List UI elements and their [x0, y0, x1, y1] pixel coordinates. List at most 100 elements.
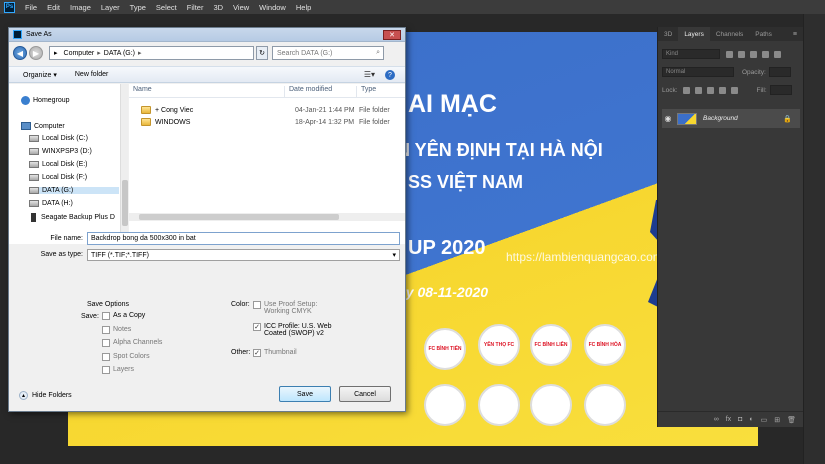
menu-edit[interactable]: Edit — [47, 3, 60, 12]
save-options-area: Save Options Save: As a Copy Notes Alpha… — [9, 268, 405, 383]
panel-menu-icon[interactable]: ≡ — [793, 31, 797, 38]
file-row[interactable]: WINDOWS 18-Apr-14 1:32 PM File folder — [129, 116, 405, 128]
lock-artboard-icon[interactable] — [718, 86, 726, 94]
refresh-icon[interactable]: ↻ — [256, 46, 268, 60]
nav-drive-g[interactable]: DATA (G:) — [29, 187, 119, 194]
savetype-select[interactable]: TIFF (*.TIF;*.TIFF) ▾ — [87, 249, 400, 261]
column-header-date[interactable]: Date modified — [285, 86, 357, 97]
as-copy-checkbox[interactable]: As a Copy — [102, 312, 145, 320]
nav-scrollbar[interactable] — [120, 84, 128, 244]
filter-adjustment-icon[interactable] — [738, 50, 745, 58]
breadcrumb-computer[interactable]: Computer — [64, 50, 95, 57]
link-layers-icon[interactable]: ∞ — [714, 416, 719, 423]
search-input[interactable]: Search DATA (G:) ⌕ — [272, 46, 384, 60]
file-row[interactable]: + Cong Viec 04-Jan-21 1:44 PM File folde… — [129, 104, 405, 116]
filename-value: Backdrop bong da 500x300 in bat — [91, 235, 196, 242]
nav-drive-e[interactable]: Local Disk (E:) — [29, 161, 88, 168]
column-header-name[interactable]: Name — [129, 86, 285, 97]
menu-layer[interactable]: Layer — [101, 3, 120, 12]
dialog-titlebar[interactable]: Save As ✕ — [9, 28, 405, 42]
notes-checkbox[interactable]: Notes — [102, 326, 131, 334]
lock-all-icon[interactable] — [730, 86, 738, 94]
layer-row-background[interactable]: ◉ Background 🔒 — [662, 109, 800, 128]
breadcrumb-drive[interactable]: DATA (G:) — [104, 50, 135, 57]
organize-button[interactable]: Organize ▾ — [23, 71, 57, 79]
delete-layer-icon[interactable]: 🗑 — [787, 416, 796, 424]
thumbnail-checkbox[interactable]: ✓ Thumbnail — [253, 349, 297, 357]
checkbox[interactable] — [102, 339, 110, 347]
new-layer-icon[interactable]: ⊞ — [774, 416, 780, 424]
blend-mode-select[interactable]: Normal — [662, 67, 734, 77]
lock-position-icon[interactable] — [706, 86, 714, 94]
back-arrow-icon[interactable]: ◀ — [13, 46, 27, 60]
tab-channels[interactable]: Channels — [710, 27, 749, 41]
tab-paths[interactable]: Paths — [749, 27, 778, 41]
tab-layers[interactable]: Layers — [678, 27, 710, 41]
menubar: Ps File Edit Image Layer Type Select Fil… — [0, 0, 825, 14]
nav-drive-d[interactable]: WINXPSP3 (D:) — [29, 148, 92, 155]
checkbox[interactable] — [253, 301, 261, 309]
filter-pixel-icon[interactable] — [726, 50, 733, 58]
cancel-button[interactable]: Cancel — [339, 386, 391, 402]
filter-type-icon[interactable] — [750, 50, 757, 58]
filter-smart-object-icon[interactable] — [774, 50, 781, 58]
close-button[interactable]: ✕ — [383, 30, 401, 40]
help-icon[interactable]: ? — [385, 70, 395, 80]
menu-image[interactable]: Image — [70, 3, 91, 12]
lock-image-icon[interactable] — [694, 86, 702, 94]
spot-colors-checkbox[interactable]: Spot Colors — [102, 353, 150, 361]
checkbox[interactable] — [102, 353, 110, 361]
filename-input[interactable]: Backdrop bong da 500x300 in bat — [87, 232, 400, 245]
opacity-input[interactable] — [768, 67, 791, 77]
checkbox[interactable] — [102, 366, 110, 374]
icc-profile-checkbox[interactable]: ✓ ICC Profile: U.S. Web Coated (SWOP) v2 — [253, 323, 332, 337]
save-button[interactable]: Save — [279, 386, 331, 402]
scrollbar-thumb[interactable] — [139, 214, 339, 220]
menu-window[interactable]: Window — [259, 3, 286, 12]
nav-homegroup[interactable]: Homegroup — [21, 96, 70, 105]
folder-icon — [141, 106, 151, 114]
visibility-eye-icon[interactable]: ◉ — [662, 114, 674, 123]
column-header-type[interactable]: Type — [357, 86, 405, 97]
filter-shape-icon[interactable] — [762, 50, 769, 58]
add-mask-icon[interactable]: ◘ — [738, 416, 742, 423]
checkbox-checked[interactable]: ✓ — [253, 323, 261, 331]
checkbox[interactable] — [102, 326, 110, 334]
menu-filter[interactable]: Filter — [187, 3, 204, 12]
nav-drive-f[interactable]: Local Disk (F:) — [29, 174, 87, 181]
menu-help[interactable]: Help — [296, 3, 311, 12]
horizontal-scrollbar[interactable] — [129, 213, 405, 221]
nav-computer[interactable]: Computer — [21, 122, 65, 130]
menu-type[interactable]: Type — [130, 3, 146, 12]
layer-style-icon[interactable]: fx — [726, 416, 731, 423]
as-copy-label: As a Copy — [113, 312, 146, 319]
alpha-channels-checkbox[interactable]: Alpha Channels — [102, 339, 162, 347]
new-group-icon[interactable]: ▭ — [761, 416, 768, 424]
breadcrumb[interactable]: ▸ Computer ▸ DATA (G:) ▸ — [49, 46, 254, 60]
forward-arrow-icon[interactable]: ▶ — [29, 46, 43, 60]
tab-3d[interactable]: 3D — [658, 27, 678, 41]
proof-setup-checkbox[interactable]: Use Proof Setup: Working CMYK — [253, 301, 317, 315]
scrollbar-thumb[interactable] — [122, 180, 128, 226]
menu-3d[interactable]: 3D — [213, 3, 223, 12]
canvas-title-2: YỆN YÊN ĐỊNH TẠI HÀ NỘI — [373, 140, 603, 160]
menu-file[interactable]: File — [25, 3, 37, 12]
lock-transparent-icon[interactable] — [682, 86, 690, 94]
dialog-toolbar: Organize ▾ New folder ☰▾ ? — [9, 66, 405, 83]
checkbox[interactable] — [102, 312, 110, 320]
canvas-title-1: AI MẠC — [408, 90, 497, 118]
menu-select[interactable]: Select — [156, 3, 177, 12]
navigation-pane: Homegroup Computer Local Disk (C:) WINXP… — [9, 84, 122, 244]
nav-drive-c[interactable]: Local Disk (C:) — [29, 135, 88, 142]
nav-external-drive[interactable]: Seagate Backup Plus D — [31, 213, 115, 222]
checkbox-checked[interactable]: ✓ — [253, 349, 261, 357]
menu-view[interactable]: View — [233, 3, 249, 12]
new-folder-button[interactable]: New folder — [75, 71, 108, 78]
view-list-icon[interactable]: ☰▾ — [364, 70, 375, 80]
adjustment-layer-icon[interactable]: ◐ — [749, 416, 753, 423]
fill-input[interactable] — [769, 85, 792, 95]
layers-checkbox[interactable]: Layers — [102, 366, 134, 374]
kind-filter-select[interactable]: Kind — [662, 49, 720, 59]
hide-folders-button[interactable]: ▴ Hide Folders — [19, 391, 72, 400]
nav-drive-h[interactable]: DATA (H:) — [29, 200, 73, 207]
